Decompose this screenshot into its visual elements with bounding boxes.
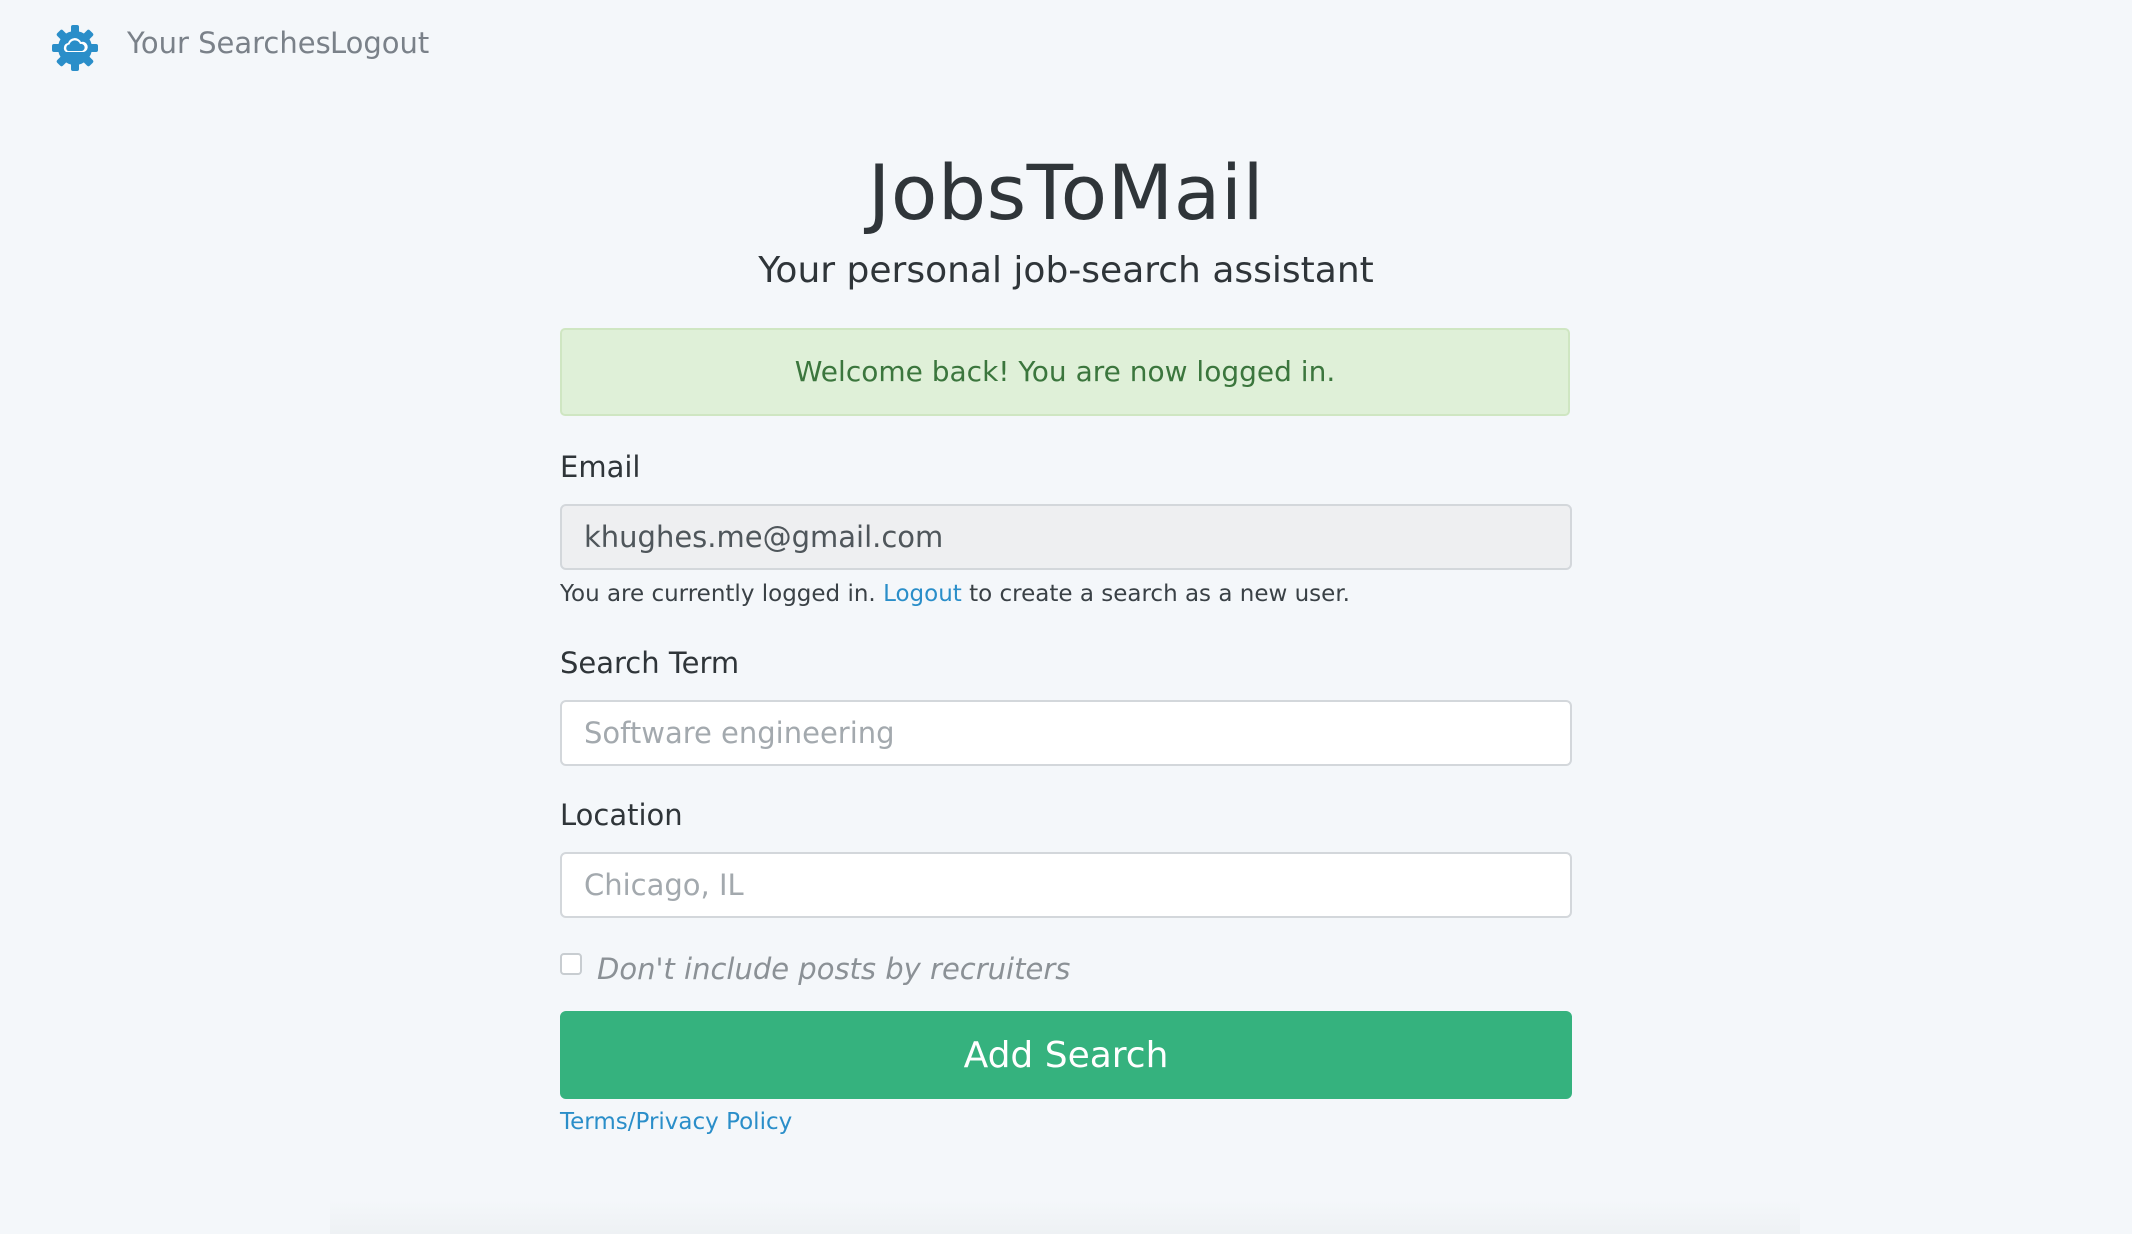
page-title: JobsToMail xyxy=(867,148,1265,237)
success-alert: Welcome back! You are now logged in. xyxy=(560,328,1570,416)
add-search-button[interactable]: Add Search xyxy=(560,1011,1572,1099)
help-logout-link[interactable]: Logout xyxy=(883,581,962,607)
footer-fade xyxy=(330,1200,1800,1234)
email-help-suffix: to create a search as a new user. xyxy=(969,581,1350,607)
location-input[interactable] xyxy=(560,852,1572,918)
email-label: Email xyxy=(560,450,641,484)
nav-your-searches-link[interactable]: Your Searches xyxy=(127,26,331,60)
nav-logout-link[interactable]: Logout xyxy=(330,26,429,60)
location-label: Location xyxy=(560,798,683,832)
gear-cloud-icon[interactable] xyxy=(50,23,100,73)
email-help-prefix: You are currently logged in. xyxy=(560,581,876,607)
search-term-input[interactable] xyxy=(560,700,1572,766)
terms-privacy-link[interactable]: Terms/Privacy Policy xyxy=(560,1107,792,1137)
search-term-label: Search Term xyxy=(560,646,740,680)
no-recruiters-label[interactable]: Don't include posts by recruiters xyxy=(597,951,1070,987)
page-subtitle: Your personal job-search assistant xyxy=(758,250,1374,291)
navbar: Your Searches Logout xyxy=(0,0,2132,92)
email-field[interactable] xyxy=(560,504,1572,570)
email-help-text: You are currently logged in. Logout to c… xyxy=(560,579,1350,609)
no-recruiters-checkbox[interactable] xyxy=(560,953,582,975)
